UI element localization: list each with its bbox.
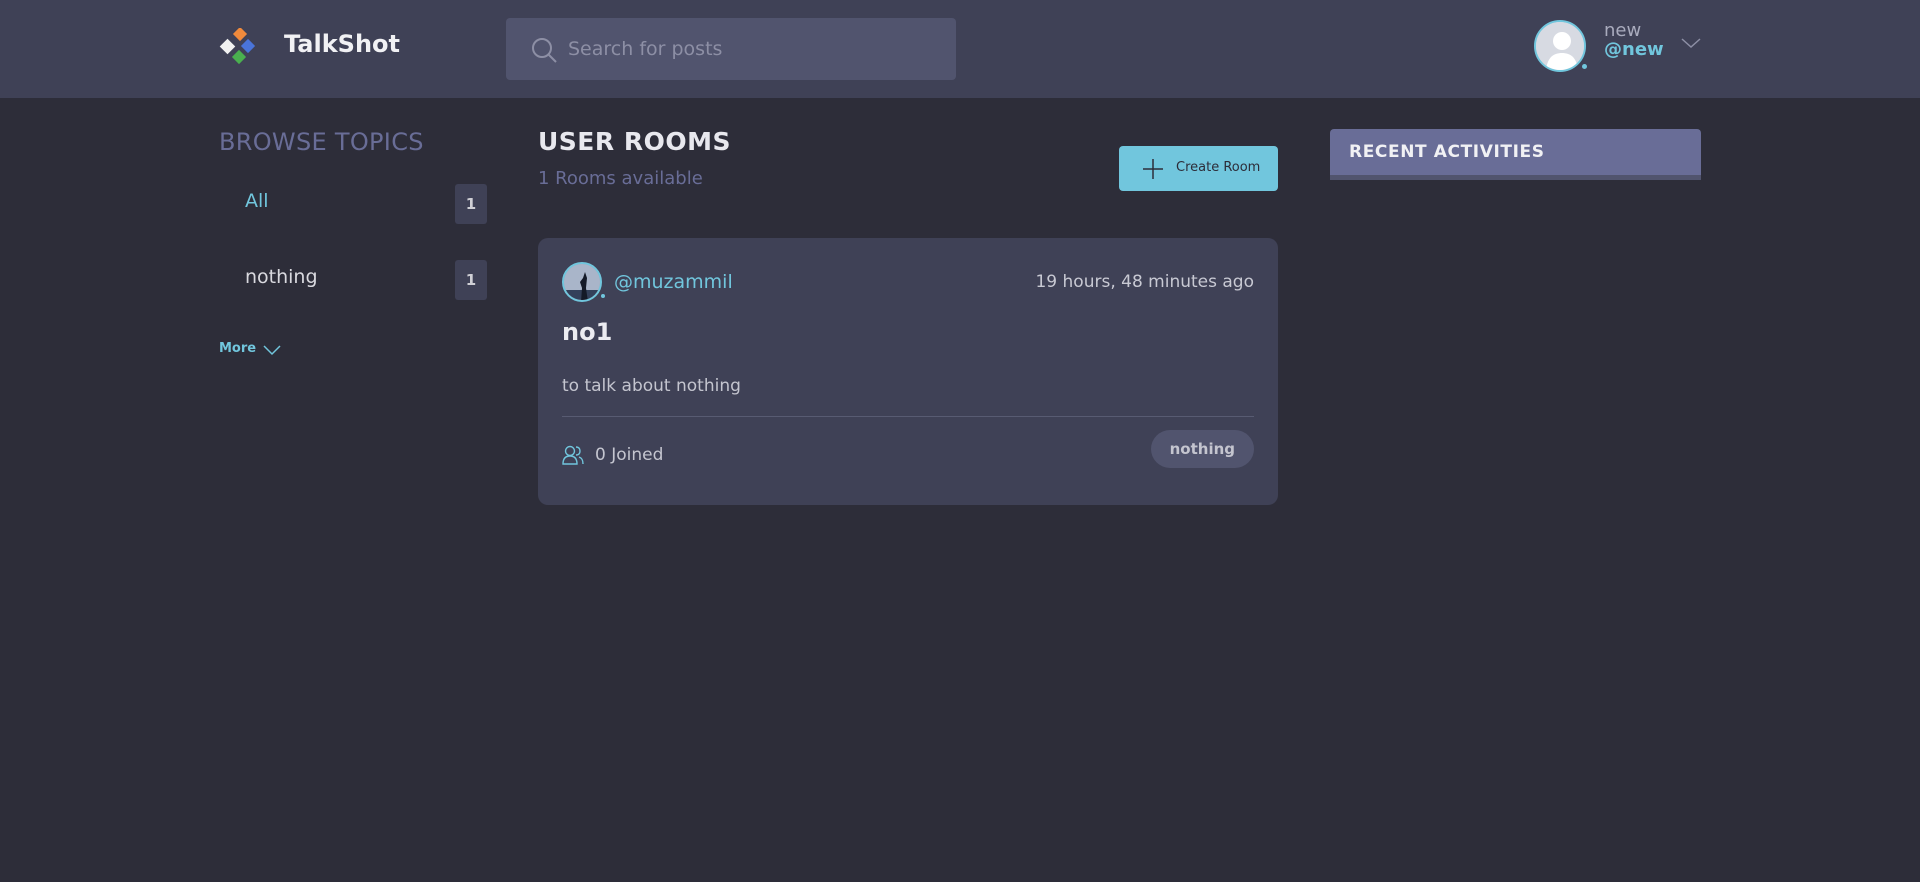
online-indicator [1582,64,1587,69]
topic-count-badge: 1 [455,260,487,300]
users-icon [562,445,584,465]
brand-name[interactable]: TalkShot [284,30,400,58]
user-name: new [1604,20,1642,41]
chevron-down-icon [263,345,281,356]
create-room-label: Create Room [1176,160,1261,175]
recent-activities-panel: RECENT ACTIVITIES [1330,129,1701,180]
activities-heading: RECENT ACTIVITIES [1349,142,1545,162]
page-title: USER ROOMS [538,127,731,156]
more-label: More [219,341,257,356]
room-timestamp: 19 hours, 48 minutes ago [1035,272,1254,292]
logo-icon[interactable] [218,26,260,70]
more-topics-button[interactable]: More [219,341,281,361]
topic-label: nothing [245,266,318,288]
room-topic-tag[interactable]: nothing [1150,430,1254,468]
user-avatar[interactable] [1534,20,1586,72]
online-indicator [601,294,605,298]
host-avatar[interactable] [562,262,602,302]
topic-item-all[interactable]: All 1 [219,184,487,224]
room-card[interactable]: @muzammil 19 hours, 48 minutes ago no1 t… [538,238,1278,505]
divider [562,416,1254,417]
search-input[interactable] [568,32,938,66]
topic-item-nothing[interactable]: nothing 1 [219,260,487,300]
plus-icon [1143,159,1163,179]
topics-heading: BROWSE TOPICS [219,128,424,156]
topic-count-badge: 1 [455,184,487,224]
user-menu[interactable]: new @new [1534,20,1704,72]
top-header: TalkShot new @new [0,0,1920,98]
joined-count: 0 Joined [595,445,664,465]
user-handle[interactable]: @new [1604,39,1664,60]
host-username-link[interactable]: @muzammil [614,271,733,293]
rooms-count: 1 Rooms available [538,168,703,189]
room-name-link[interactable]: no1 [562,318,612,346]
topic-label: All [245,190,269,212]
room-description: to talk about nothing [562,376,741,396]
chevron-down-icon[interactable] [1680,36,1702,50]
create-room-button[interactable]: Create Room [1119,146,1278,191]
search-bar[interactable] [506,18,956,80]
search-icon [532,38,557,63]
